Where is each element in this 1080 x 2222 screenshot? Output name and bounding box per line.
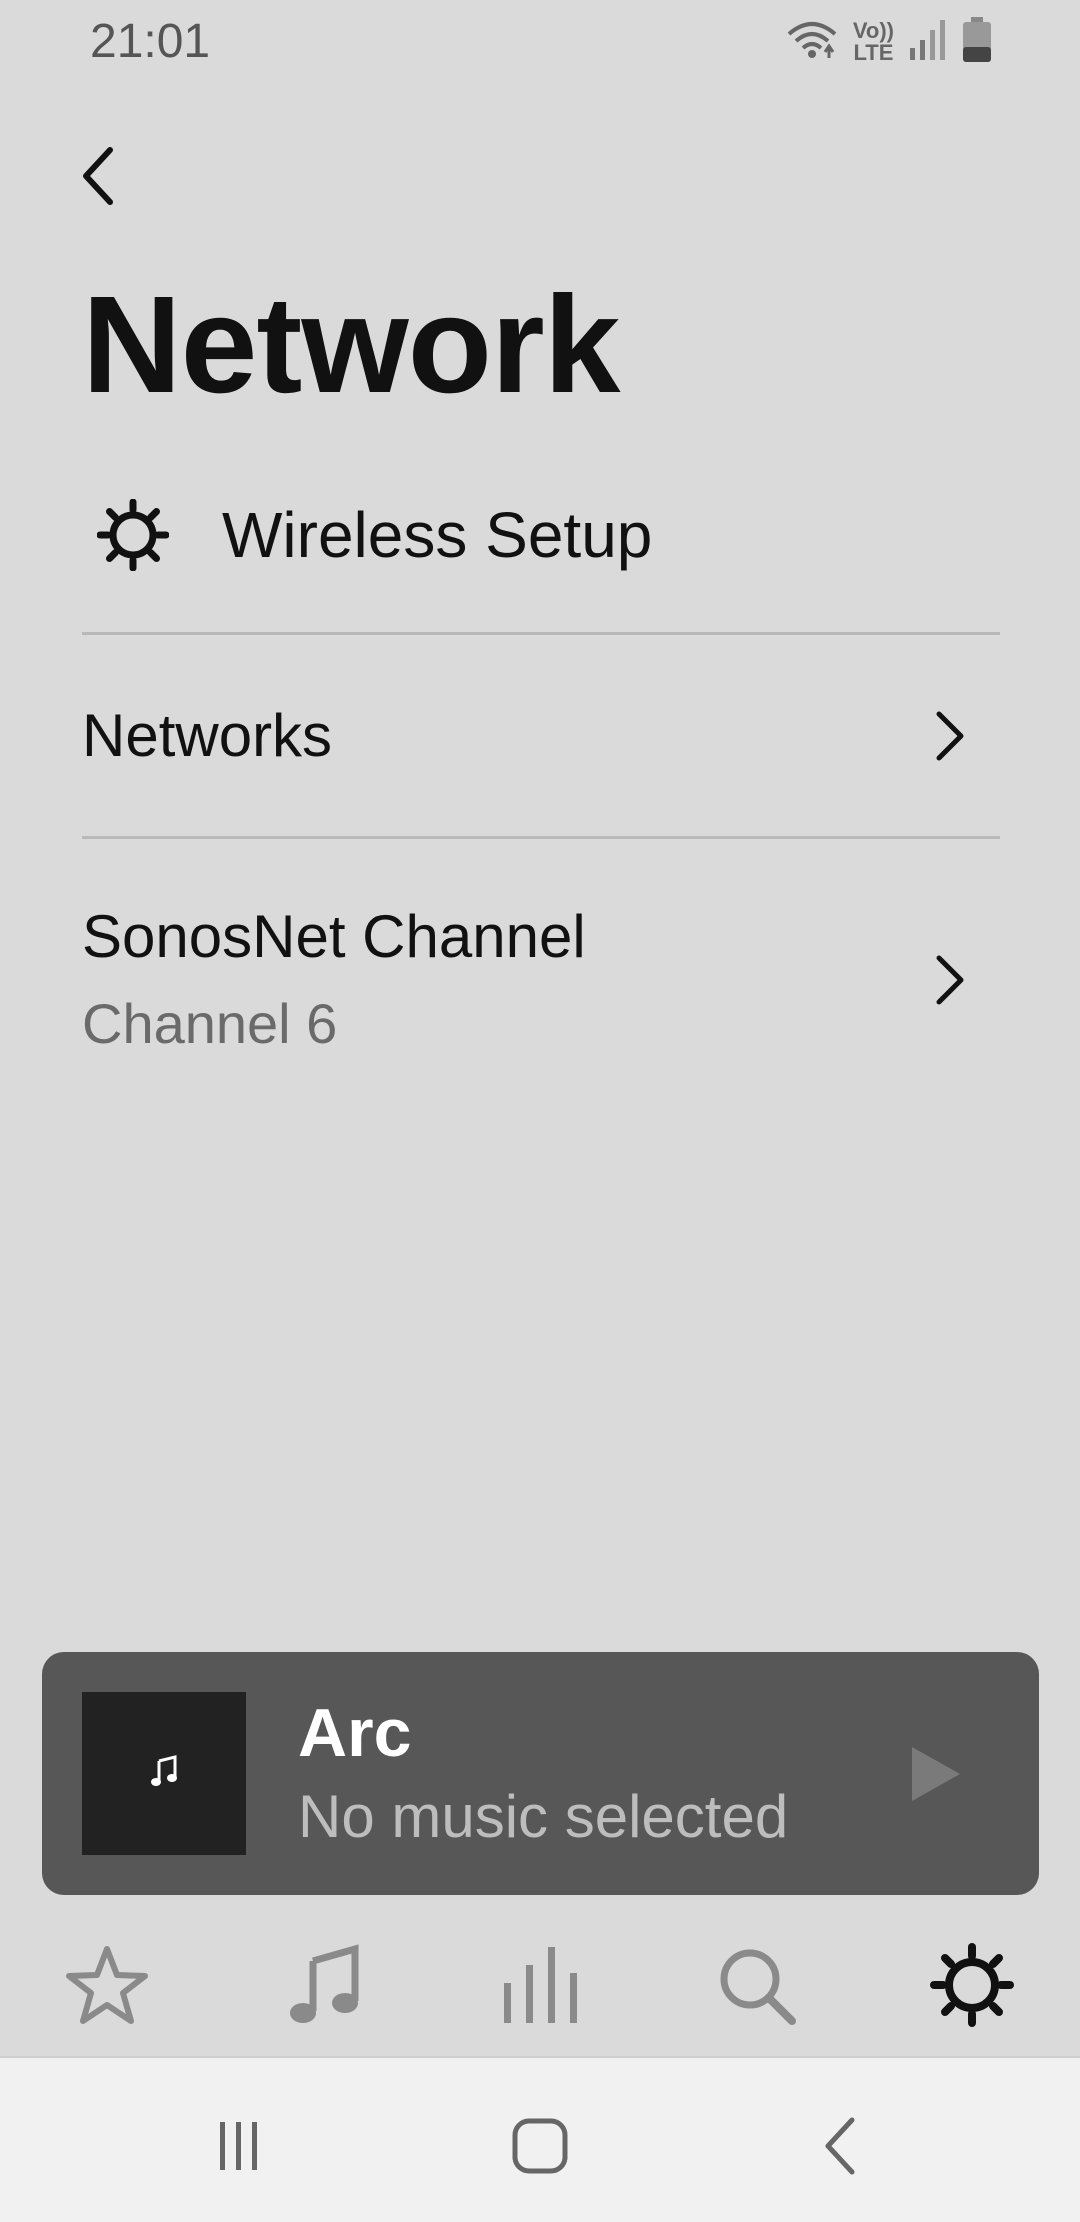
volte-label-top: Vo)) xyxy=(852,18,894,43)
tab-search[interactable] xyxy=(706,1935,806,2035)
gear-icon xyxy=(78,480,188,590)
battery-icon xyxy=(962,16,992,68)
music-note-icon xyxy=(149,1755,179,1792)
play-button[interactable] xyxy=(898,1736,974,1812)
star-icon xyxy=(66,1946,148,2024)
tab-rooms[interactable] xyxy=(490,1935,590,2035)
room-name: Arc xyxy=(298,1695,412,1771)
home-icon xyxy=(512,2118,568,2174)
search-icon xyxy=(720,1949,796,2025)
chevron-left-icon xyxy=(83,147,113,205)
recents-icon xyxy=(220,2122,257,2170)
track-title: No music selected xyxy=(298,1783,789,1850)
list-item-sonosnet-channel[interactable]: SonosNet Channel Channel 6 xyxy=(82,880,1000,1080)
tab-settings[interactable] xyxy=(922,1935,1022,2035)
system-back-button[interactable] xyxy=(802,2106,882,2186)
list-item-title: Networks xyxy=(82,702,333,769)
list-item-networks[interactable]: Networks xyxy=(82,660,1000,812)
wireless-setup-button[interactable]: Wireless Setup xyxy=(82,480,1002,590)
list-item-subtitle: Channel 6 xyxy=(82,992,338,1055)
home-button[interactable] xyxy=(500,2106,580,2186)
chevron-right-icon xyxy=(920,950,980,1010)
page-title: Network xyxy=(82,268,620,422)
tab-bar xyxy=(0,1905,1080,2055)
signal-icon xyxy=(908,18,948,67)
status-time: 21:01 xyxy=(90,15,211,68)
tab-favorites[interactable] xyxy=(57,1935,157,2035)
wifi-icon xyxy=(785,18,839,67)
system-nav-bar xyxy=(0,2056,1080,2222)
divider xyxy=(82,836,1000,839)
status-bar: 21:01 Vo)) LTE xyxy=(0,0,1080,84)
divider xyxy=(82,632,1000,635)
chevron-right-icon xyxy=(920,706,980,766)
play-icon xyxy=(912,1747,960,1801)
tab-browse[interactable] xyxy=(275,1935,375,2035)
wireless-setup-label: Wireless Setup xyxy=(222,499,653,571)
volte-icon: Vo)) LTE xyxy=(853,20,894,64)
album-art xyxy=(82,1692,246,1855)
recents-button[interactable] xyxy=(198,2106,278,2186)
status-icons: Vo)) LTE xyxy=(785,14,992,70)
gear-icon xyxy=(930,1943,1014,2027)
list-item-title: SonosNet Channel xyxy=(82,903,586,970)
now-playing-bar[interactable]: Arc No music selected xyxy=(42,1652,1039,1895)
back-icon xyxy=(825,2117,855,2175)
back-button[interactable] xyxy=(66,140,130,212)
volte-label-bottom: LTE xyxy=(853,40,894,65)
music-note-icon xyxy=(290,1944,359,2023)
rooms-bars-icon xyxy=(504,1947,577,2023)
